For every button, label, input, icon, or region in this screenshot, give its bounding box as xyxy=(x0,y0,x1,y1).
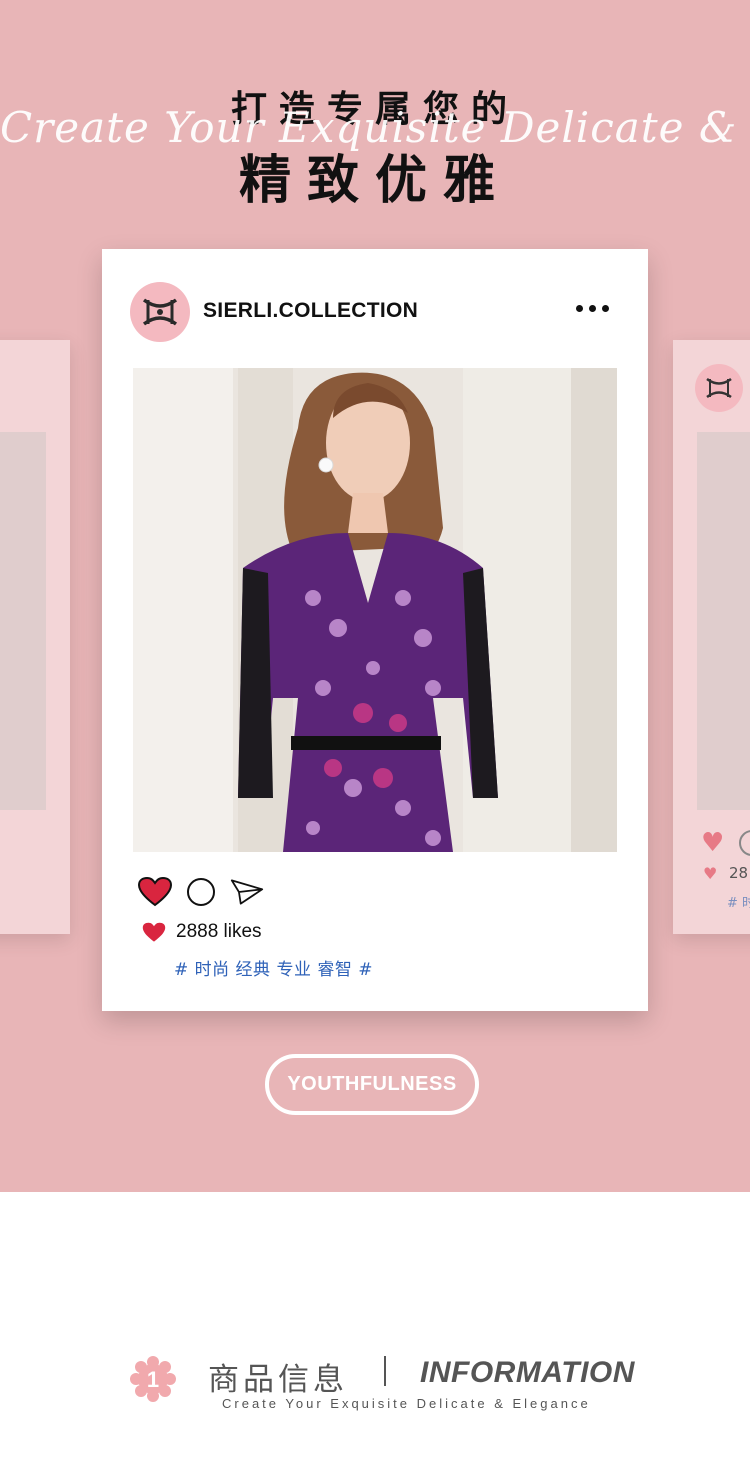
comment-icon[interactable] xyxy=(739,830,750,856)
side-card-photo xyxy=(0,432,46,810)
hero-section: 打造专属您的 Create Your Exquisite Delicate & … xyxy=(0,0,750,1192)
post-username[interactable]: SIERLI.COLLECTION xyxy=(203,299,418,323)
side-card-left[interactable] xyxy=(0,340,70,934)
like-heart-icon xyxy=(142,922,166,942)
info-header: 1 商品信息 INFORMATION Create Your Exquisite… xyxy=(0,1340,750,1420)
info-title-cn: 商品信息 xyxy=(208,1362,348,1398)
post-photo xyxy=(133,368,617,852)
heart-icon[interactable]: ♥ xyxy=(701,828,724,858)
post-card: SIERLI.COLLECTION 2888 likes # 时尚 经典 专业 … xyxy=(102,249,648,1011)
svg-text:1: 1 xyxy=(147,1367,159,1392)
divider xyxy=(384,1356,386,1386)
flower-number-badge-icon: 1 xyxy=(130,1356,176,1402)
brand-logo-icon xyxy=(142,298,178,326)
post-actions xyxy=(138,875,264,909)
like-heart-icon: ♥ xyxy=(703,864,718,883)
share-icon[interactable] xyxy=(230,875,264,909)
avatar[interactable] xyxy=(130,282,190,342)
youthfulness-button[interactable]: YOUTHFULNESS xyxy=(265,1054,479,1115)
more-dots-icon[interactable] xyxy=(572,299,613,318)
hero-title-line2: 精致优雅 xyxy=(238,151,511,211)
heart-icon[interactable] xyxy=(138,875,172,909)
model-photo-illustration xyxy=(133,368,617,852)
likes-count[interactable]: 2888 likes xyxy=(176,921,262,943)
side-card-right[interactable]: ♥ ♥ 28 # 时 xyxy=(673,340,750,934)
likes-row: 2888 likes xyxy=(142,921,262,943)
side-tags: # 时 xyxy=(727,896,750,911)
brand-logo-icon xyxy=(706,377,732,399)
side-likes-count: 28 xyxy=(729,864,749,882)
side-card-photo xyxy=(697,432,750,810)
comment-icon[interactable] xyxy=(184,875,218,909)
info-title-en: INFORMATION xyxy=(420,1356,635,1389)
side-avatar xyxy=(695,364,743,412)
info-subtitle: Create Your Exquisite Delicate & Eleganc… xyxy=(222,1396,591,1411)
post-hashtags[interactable]: # 时尚 经典 专业 睿智 # xyxy=(174,955,373,980)
